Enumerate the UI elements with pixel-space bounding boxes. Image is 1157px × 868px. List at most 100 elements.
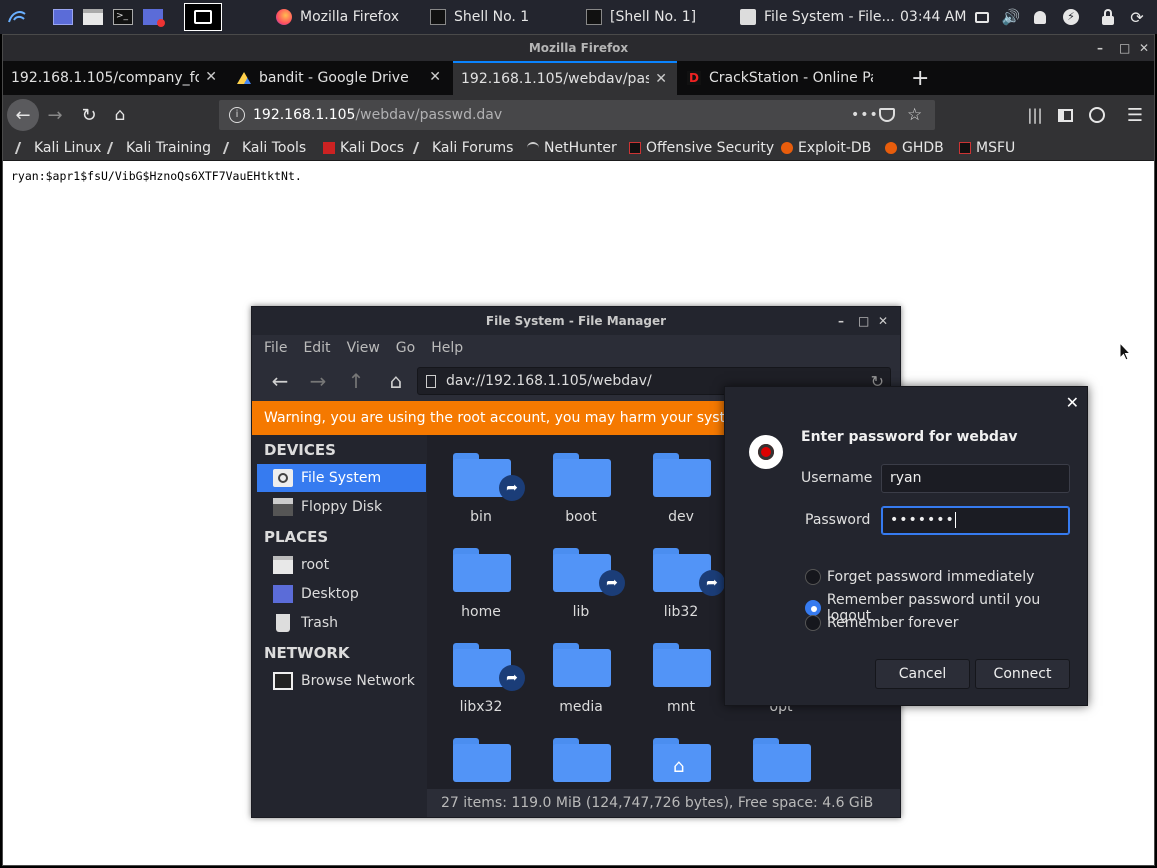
sidebar-item-browse-network[interactable]: Browse Network [257,667,426,695]
radio-forget-immediately[interactable]: Forget password immediately [805,569,1034,585]
bookmark-offensive-security[interactable]: Offensive Security [629,135,774,161]
bookmark-kali-docs[interactable]: Kali Docs [323,135,404,161]
menu-view[interactable]: View [347,340,380,356]
up-arrow-icon[interactable]: ↑ [344,369,368,393]
offsec-icon [629,142,641,154]
reload-button[interactable]: ↻ [73,99,105,131]
bookmark-kali-linux[interactable]: Kali Linux [14,135,101,161]
tab-webdav-passwd[interactable]: 192.168.1.105/webdav/pass ✕ [453,61,677,95]
cancel-button[interactable]: Cancel [875,659,970,689]
page-actions-menu-icon[interactable]: ••• [851,107,879,123]
connect-button[interactable]: Connect [975,659,1070,689]
bookmark-kali-tools[interactable]: Kali Tools [222,135,306,161]
close-icon[interactable]: ✕ [1066,393,1079,412]
minimize-icon[interactable]: – [1097,35,1103,61]
terminal-icon [430,9,446,25]
forward-arrow-icon[interactable]: → [306,369,330,393]
menu-go[interactable]: Go [396,340,415,356]
folder-boot[interactable]: boot [531,453,621,543]
file-manager-launcher-icon[interactable] [82,5,104,29]
sidebar-item-desktop[interactable]: Desktop [257,580,426,608]
folder-mnt[interactable]: mnt [631,643,721,733]
password-field[interactable]: ••••••• [881,506,1070,535]
close-icon[interactable]: ✕ [878,307,888,335]
back-arrow-icon[interactable]: ← [268,369,292,393]
clock[interactable]: 03:44 AM [900,0,966,34]
radio-button[interactable] [805,569,821,585]
home-button[interactable]: ⌂ [104,99,136,131]
maximize-icon[interactable]: □ [858,307,869,335]
library-icon[interactable]: ||| [1019,99,1051,131]
tab-company-folder[interactable]: 192.168.1.105/company_fol ✕ [3,61,227,95]
tab-crackstation[interactable]: D CrackStation - Online Pa [679,61,901,95]
folder-home[interactable]: home [431,548,521,638]
folder-icon: ➦ [453,453,525,501]
bookmark-msfu[interactable]: MSFU [959,135,1015,161]
symlink-arrow-icon: ➦ [599,570,625,596]
document-icon [426,374,436,388]
radio-button[interactable] [805,615,821,631]
maximize-icon[interactable]: □ [1119,35,1130,61]
task-file-manager[interactable]: File System - File... [740,0,895,34]
folder-lib32[interactable]: ➦ lib32 [631,548,725,638]
close-tab-icon[interactable]: ✕ [655,71,667,87]
back-button[interactable]: ← [7,99,39,131]
lock-icon[interactable] [1100,5,1116,29]
bookmark-kali-forums[interactable]: Kali Forums [412,135,513,161]
folder-bin[interactable]: ➦ bin [431,453,525,543]
volume-icon[interactable]: 🔊 [1002,5,1021,29]
screen-recorder-icon[interactable] [142,5,165,29]
sidebar-item-file-system[interactable]: File System [257,464,426,492]
menu-edit[interactable]: Edit [303,340,330,356]
offsec-icon [959,142,971,154]
folder-icon [653,453,711,497]
folder-libx32[interactable]: ➦ libx32 [431,643,525,733]
radio-remember-forever[interactable]: Remember forever [805,615,959,631]
site-info-icon[interactable]: i [229,107,245,123]
show-desktop-icon[interactable] [52,5,74,29]
kali-dragon-icon [106,142,124,154]
new-tab-button[interactable]: + [907,61,937,95]
account-icon[interactable] [1081,99,1113,131]
menu-file[interactable]: File [264,340,287,356]
bookmark-ghdb[interactable]: GHDB [885,135,944,161]
sidebar-item-trash[interactable]: Trash [257,609,426,637]
home-icon[interactable]: ⌂ [384,369,408,393]
sidebar-toggle-icon[interactable] [1049,99,1081,131]
close-tab-icon[interactable]: ✕ [429,69,441,85]
task-shell-1-bracketed[interactable]: [Shell No. 1] [586,0,696,34]
notification-bell-icon[interactable] [1032,5,1048,29]
url-bar[interactable]: i 192.168.1.105/webdav/passwd.dav ••• ☆ [219,100,935,130]
display-icon[interactable] [974,5,990,29]
close-tab-icon[interactable]: ✕ [205,69,217,85]
sidebar-item-root[interactable]: root [257,551,426,579]
bookmark-star-icon[interactable]: ☆ [907,105,922,125]
status-bar: 27 items: 119.0 MiB (124,747,726 bytes),… [427,789,900,817]
logout-icon[interactable]: ⟳ [1128,5,1146,29]
hamburger-menu-icon[interactable]: ☰ [1119,99,1151,131]
power-manager-icon[interactable]: ⚡ [1062,5,1080,29]
places-header: PLACES [264,528,329,546]
terminal-launcher-icon[interactable]: >_ [112,5,134,29]
folder-icon [453,738,511,782]
password-mask: ••••••• [890,512,955,528]
bookmark-nethunter[interactable]: NetHunter [527,135,617,161]
pocket-icon[interactable] [879,108,895,122]
folder-dev[interactable]: dev [631,453,721,543]
screenshot-icon[interactable] [184,3,222,31]
sidebar-item-floppy-disk[interactable]: Floppy Disk [257,493,426,521]
folder-media[interactable]: media [531,643,621,733]
forward-button[interactable]: → [39,99,71,131]
radio-button[interactable] [805,600,821,616]
menu-help[interactable]: Help [431,340,463,356]
task-shell-1[interactable]: Shell No. 1 [430,0,529,34]
task-firefox[interactable]: Mozilla Firefox [276,0,399,34]
bookmark-kali-training[interactable]: Kali Training [106,135,211,161]
username-field[interactable]: ryan [881,464,1070,493]
folder-lib[interactable]: ➦ lib [531,548,625,638]
bookmark-exploit-db[interactable]: Exploit-DB [781,135,871,161]
kali-menu-icon[interactable] [4,5,30,29]
tab-google-drive[interactable]: bandit - Google Drive ✕ [229,61,451,95]
close-icon[interactable]: ✕ [1139,35,1149,61]
minimize-icon[interactable]: – [838,307,844,335]
